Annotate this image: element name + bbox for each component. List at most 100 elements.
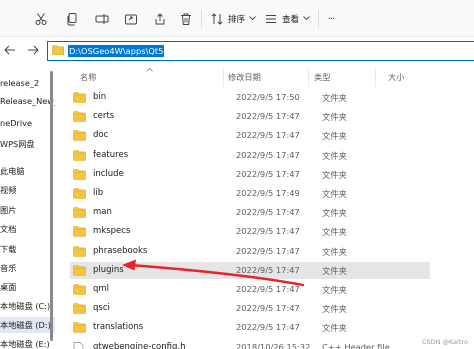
sidebar-item-drive-e[interactable]: 本地磁盘 (E:) [0,336,55,349]
table-row[interactable]: bin 2022/9/5 17:50 文件夹 [70,89,430,106]
file-date: 2022/9/5 17:47 [236,264,300,275]
delete-button[interactable] [176,8,196,30]
file-name: qml [93,284,110,294]
rename-button[interactable] [92,8,112,30]
chevron-down-icon [303,14,310,24]
file-name: certs [93,111,115,122]
column-divider[interactable] [308,69,309,87]
sidebar-item-downloads[interactable]: 下载 [0,241,55,257]
sidebar-item-label: 图片 [0,205,17,215]
column-header-name[interactable]: 名称 [80,71,96,83]
view-label: 查看 [281,15,299,25]
file-type: 文件夹 [322,189,347,199]
forward-arrow-icon[interactable] [27,45,39,58]
file-name: lib [93,188,104,198]
table-row[interactable]: lib 2022/9/5 17:49 文件夹 [70,185,430,202]
back-arrow-icon[interactable] [4,45,16,58]
sort-caret-icon [146,65,153,75]
folder-icon [73,130,86,144]
sidebar-item-videos[interactable]: 视频 [0,182,55,198]
table-row[interactable]: include 2022/9/5 17:47 文件夹 [70,166,430,183]
table-row[interactable]: phrasebooks 2022/9/5 17:47 文件夹 [70,243,430,260]
folder-icon [73,188,86,202]
folder-icon [73,168,86,183]
sidebar-item-label: Release_New_ [0,96,55,106]
view-button[interactable]: 查看 [262,8,312,30]
scrollbar-thumb[interactable] [50,71,53,341]
column-header-type[interactable]: 类型 [314,71,330,83]
column-header-size[interactable]: 大小 [388,71,404,83]
table-row[interactable]: doc 2022/9/5 17:47 文件夹 [70,127,430,144]
file-type: 文件夹 [322,285,347,295]
column-divider[interactable] [223,69,224,87]
table-row[interactable]: qml 2022/9/5 17:47 文件夹 [70,281,430,298]
sidebar-item-label: 下载 [0,244,17,254]
sidebar-item-desktop[interactable]: 桌面 [0,279,55,295]
header-file-icon: h [73,341,84,349]
copy-button[interactable] [62,8,82,30]
file-type: 文件夹 [322,93,347,103]
sidebar-item-label: neDrive [0,118,33,128]
sidebar-item-drive-c[interactable]: 本地磁盘 (C:) [0,298,55,314]
column-header-date[interactable]: 修改日期 [228,71,261,83]
file-date: 2018/10/26 15:32 [236,341,311,349]
file-type: 文件夹 [322,208,347,219]
file-type: 文件夹 [322,265,347,276]
table-row[interactable]: mkspecs 2022/9/5 17:47 文件夹 [70,223,430,240]
sidebar-item-release-new[interactable]: Release_New_ [0,93,55,109]
more-options-button[interactable]: ··· [322,8,340,30]
command-bar: 排序 查看 ··· [0,0,474,37]
file-name: translations [93,322,144,333]
sort-button[interactable]: 排序 [209,8,257,30]
table-row[interactable]: translations 2022/9/5 17:47 文件夹 [70,319,430,336]
sidebar-item-drive-d[interactable]: 本地磁盘 (D:) [0,317,55,333]
chevron-down-icon [249,14,256,24]
file-date: 2022/9/5 17:47 [236,168,300,179]
file-type: 文件夹 [322,227,347,238]
file-type: 文件夹 [322,112,347,123]
table-row[interactable]: man 2022/9/5 17:47 文件夹 [70,204,430,221]
file-name: include [93,168,124,179]
trash-icon [179,12,193,26]
sidebar-item-onedrive[interactable]: neDrive [0,115,55,131]
cut-button[interactable] [31,8,51,30]
address-input[interactable]: D:\OSGeo4W\apps\Qt5 [47,41,474,61]
share-button-2[interactable] [150,8,170,30]
sidebar-item-this-pc[interactable]: 此电脑 [0,163,55,179]
sidebar-item-label: 文档 [0,224,17,234]
folder-icon [73,264,86,279]
table-row[interactable]: features 2022/9/5 17:47 文件夹 [70,147,430,164]
sidebar-item-documents[interactable]: 文档 [0,221,55,237]
table-row[interactable]: qsci 2022/9/5 17:47 文件夹 [70,300,430,317]
sidebar-item-label: release_2 [0,78,40,88]
table-row[interactable]: plugins 2022/9/5 17:47 文件夹 [70,261,430,279]
file-date: 2022/9/5 17:49 [236,188,300,198]
table-row[interactable]: h qtwebengine-config.h 2018/10/26 15:32 C++… [70,339,430,349]
sidebar-item-wps[interactable]: WPS网盘 [0,136,55,152]
sort-icon [210,12,224,26]
file-date: 2022/9/5 17:47 [236,245,300,256]
file-type: 文件夹 [322,169,347,180]
file-date: 2022/9/5 17:47 [236,149,300,160]
watermark: CSDN @Kaltro [421,338,468,346]
sidebar-item-music[interactable]: 音乐 [0,260,55,276]
file-type: 文件夹 [322,304,347,315]
sidebar-item-release-2[interactable]: release_2 [0,75,55,91]
file-type: 文件夹 [322,150,347,161]
sort-label: 排序 [227,15,245,25]
folder-icon [73,111,86,125]
sidebar-scrollbar[interactable] [49,65,54,349]
file-name: phrasebooks [93,245,148,256]
table-row[interactable]: certs 2022/9/5 17:47 文件夹 [70,108,430,125]
toolbar-divider [318,10,319,28]
copy-icon [65,12,79,26]
view-list-icon [264,12,278,26]
address-bar-row: D:\OSGeo4W\apps\Qt5 [0,37,474,65]
file-name: qsci [93,303,110,314]
sidebar-item-pictures[interactable]: 图片 [0,202,55,218]
address-path: D:\OSGeo4W\apps\Qt5 [68,45,165,57]
column-divider[interactable] [375,69,376,87]
folder-icon [73,92,86,106]
share-button[interactable] [121,8,141,30]
more-label: ··· [327,13,335,25]
